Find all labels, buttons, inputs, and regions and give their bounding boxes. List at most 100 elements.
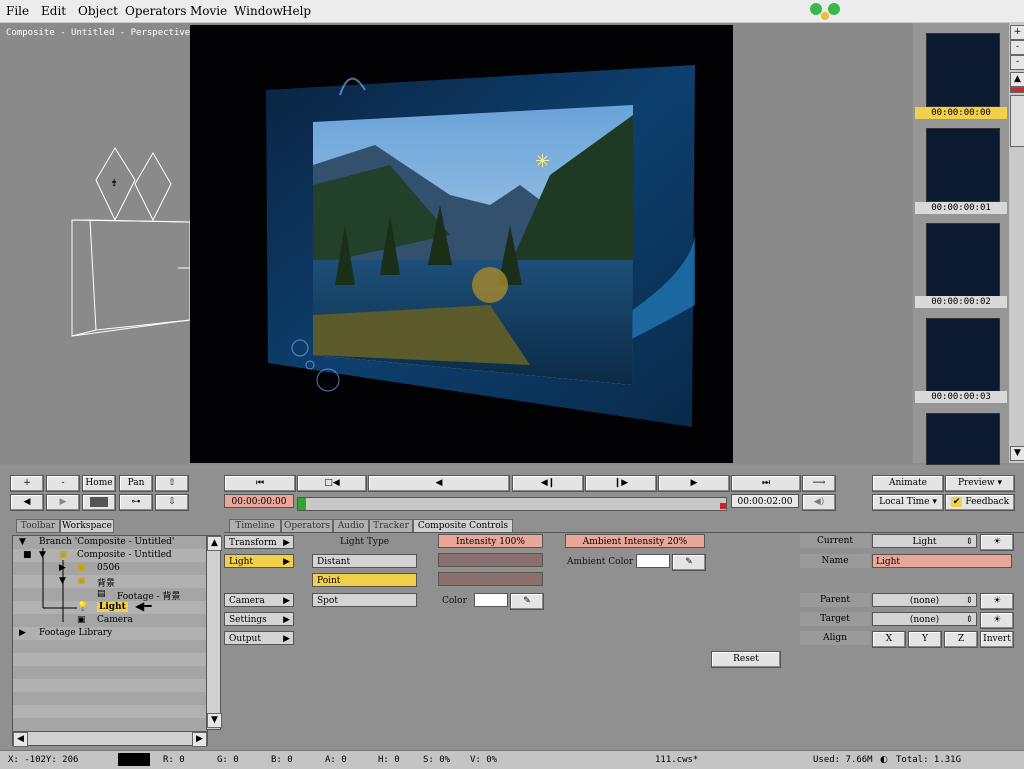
animate-button[interactable]: Animate <box>872 475 944 492</box>
transform-menu[interactable]: Transform ▶ <box>224 535 294 549</box>
menu-bar: File Edit Object Operators Movie Window … <box>0 0 1024 23</box>
forward-arrow-icon[interactable]: ▶ <box>46 494 80 511</box>
current-value: Light <box>912 537 937 547</box>
play-icon[interactable]: ▶ <box>658 475 730 492</box>
scroll-down-icon[interactable]: ▼ <box>1010 446 1024 461</box>
scroll-left-icon[interactable]: ◀ <box>13 732 28 747</box>
pan-button[interactable]: Pan <box>119 475 153 492</box>
end-time-field[interactable]: 00:00:02:00 <box>731 494 799 508</box>
reset-button[interactable]: Reset <box>711 651 781 668</box>
preview-dropdown[interactable]: Preview ▾ <box>945 475 1015 492</box>
filmstrip-panel[interactable]: 00:00:00:00 00:00:00:01 00:00:00:02 00:0… <box>913 23 1009 465</box>
current-light-icon[interactable]: ☀ <box>980 534 1014 551</box>
frame-thumbnail[interactable] <box>926 223 1000 297</box>
current-dropdown[interactable]: Light ⇕ <box>872 534 977 548</box>
parent-dropdown[interactable]: (none) ⇕ <box>872 593 977 607</box>
ambient-color-picker-icon[interactable]: ✎ <box>672 554 706 571</box>
name-input[interactable]: Light <box>872 554 1012 568</box>
home-button[interactable]: Home <box>82 475 116 492</box>
light-type-distant[interactable]: Distant <box>312 554 417 568</box>
audio-icon[interactable]: ◀) <box>802 494 836 511</box>
camera-label: Camera <box>229 596 265 606</box>
menu-window[interactable]: Window <box>234 4 283 18</box>
workspace-tree[interactable]: ▼ Branch 'Composite - Untitled' ■ ▼ ▣ Compos… <box>12 535 208 732</box>
target-value: (none) <box>909 615 940 625</box>
menu-file[interactable]: File <box>6 4 29 18</box>
frame-thumbnail[interactable] <box>926 413 1000 465</box>
back-arrow-icon[interactable]: ◀ <box>10 494 44 511</box>
color-swatch-button[interactable] <box>82 494 116 511</box>
align-y-button[interactable]: Y <box>908 631 942 648</box>
filmstrip-scrollbar[interactable]: + - - ▲ ▼ <box>1009 23 1024 463</box>
light-menu[interactable]: Light ▶ <box>224 554 294 568</box>
scroll-up-icon[interactable]: ▲ <box>1010 72 1024 87</box>
align-invert-button[interactable]: Invert <box>980 631 1014 648</box>
align-x-button[interactable]: X <box>872 631 906 648</box>
go-to-end-icon[interactable]: ⏭ <box>731 475 801 492</box>
color-swatch[interactable] <box>474 593 508 607</box>
settings-label: Settings <box>229 615 267 625</box>
settings-menu[interactable]: Settings ▶ <box>224 612 294 626</box>
current-time-field[interactable]: 00:00:00:00 <box>224 494 294 508</box>
status-h: H: 0 <box>378 755 400 765</box>
ambient-color-swatch[interactable] <box>636 554 670 568</box>
move-up-icon[interactable]: ⇧ <box>155 475 189 492</box>
prev-frame-icon[interactable]: ◀❙ <box>512 475 584 492</box>
scroll-thumb[interactable] <box>1010 95 1024 147</box>
tree-row[interactable]: ▶ Footage Library <box>13 627 207 640</box>
menu-edit[interactable]: Edit <box>41 4 66 18</box>
frame-thumbnail[interactable] <box>926 128 1000 202</box>
scroll-marker <box>1010 87 1024 93</box>
target-picker-icon[interactable]: ☀ <box>980 612 1014 629</box>
local-time-label: Local Time <box>879 497 930 507</box>
menu-operators[interactable]: Operators <box>125 4 186 18</box>
scroll-up-icon[interactable]: ▲ <box>207 536 222 551</box>
tab-toolbar[interactable]: Toolbar <box>16 519 60 533</box>
color-picker-icon[interactable]: ✎ <box>510 593 544 610</box>
link-icon[interactable]: ⊶ <box>119 494 153 511</box>
ambient-intensity-slider[interactable]: Ambient Intensity 20% <box>565 534 705 548</box>
status-s: S: 0% <box>423 755 451 765</box>
collapse-button[interactable]: - <box>1010 55 1024 70</box>
light-type-point[interactable]: Point <box>312 573 417 587</box>
timeline-scrubber[interactable] <box>297 497 727 511</box>
feedback-checkbox[interactable]: ✔ Feedback <box>945 494 1015 511</box>
camera-menu[interactable]: Camera ▶ <box>224 593 294 607</box>
tab-operators[interactable]: Operators <box>281 519 333 533</box>
tab-timeline[interactable]: Timeline <box>229 519 281 533</box>
tree-hscroll[interactable]: ◀ ▶ <box>12 731 208 747</box>
tree-vscroll[interactable]: ▲ ▼ <box>206 535 222 730</box>
set-in-point-icon[interactable]: □◀ <box>297 475 367 492</box>
tab-tracker[interactable]: Tracker <box>369 519 413 533</box>
tab-workspace[interactable]: Workspace <box>60 519 114 533</box>
next-frame-icon[interactable]: ❙▶ <box>585 475 657 492</box>
move-down-icon[interactable]: ⇩ <box>155 494 189 511</box>
add-button[interactable]: + <box>10 475 44 492</box>
frame-thumbnail[interactable] <box>926 318 1000 392</box>
output-menu[interactable]: Output ▶ <box>224 631 294 645</box>
tab-audio[interactable]: Audio <box>333 519 369 533</box>
remove-button[interactable]: - <box>46 475 80 492</box>
loop-icon[interactable]: ⟶ <box>802 475 836 492</box>
step-back-icon[interactable]: ◀ <box>368 475 510 492</box>
intensity-slider[interactable]: Intensity 100% <box>438 534 543 548</box>
menu-help[interactable]: Help <box>282 4 311 18</box>
camera-wireframe-icon[interactable]: ⇟ <box>60 140 195 340</box>
cone-angle-slider[interactable]: Cone Angle 30.00 <box>438 553 543 567</box>
footage-layers[interactable]: ✳ <box>190 25 733 463</box>
tab-composite-controls[interactable]: Composite Controls <box>413 519 513 533</box>
scroll-down-icon[interactable]: ▼ <box>207 713 222 728</box>
menu-movie[interactable]: Movie <box>190 4 227 18</box>
scroll-right-icon[interactable]: ▶ <box>192 732 207 747</box>
align-z-button[interactable]: Z <box>944 631 978 648</box>
go-to-start-icon[interactable]: ⏮ <box>224 475 296 492</box>
target-dropdown[interactable]: (none) ⇕ <box>872 612 977 626</box>
soft-edge-slider[interactable]: Soft Edge 0.00 <box>438 572 543 586</box>
menu-object[interactable]: Object <box>78 4 118 18</box>
frame-thumbnail[interactable] <box>926 33 1000 107</box>
light-type-spot[interactable]: Spot <box>312 593 417 607</box>
zoom-out-button[interactable]: - <box>1010 40 1024 55</box>
zoom-in-button[interactable]: + <box>1010 25 1024 40</box>
local-time-dropdown[interactable]: Local Time ▾ <box>872 494 944 511</box>
parent-picker-icon[interactable]: ☀ <box>980 593 1014 610</box>
